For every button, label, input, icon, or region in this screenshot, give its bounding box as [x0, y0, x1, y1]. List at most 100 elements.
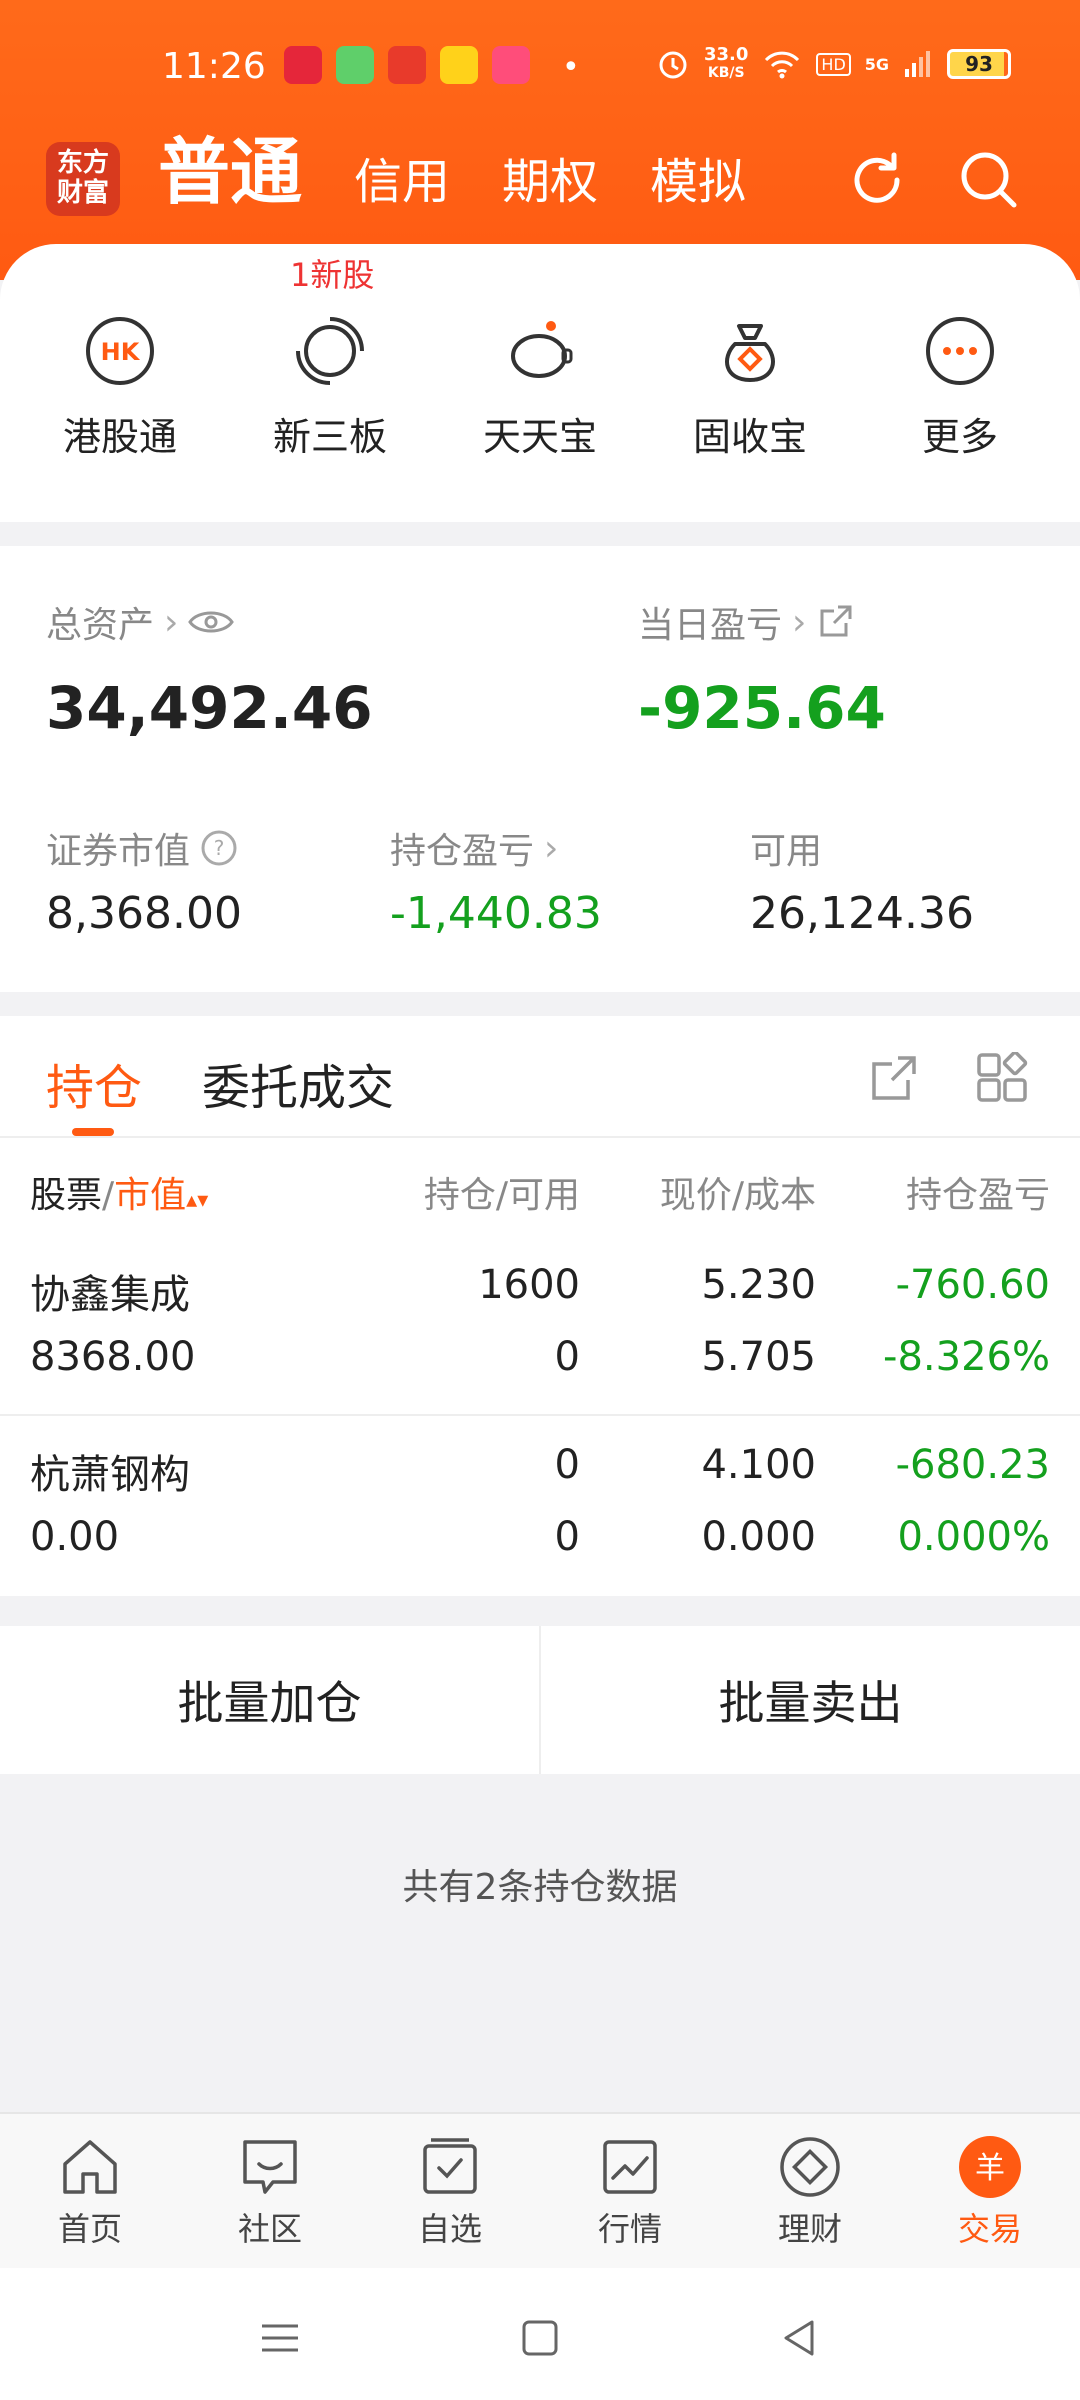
external-link-icon[interactable]: [816, 603, 854, 641]
notification-icons: [284, 46, 530, 84]
nav-trade[interactable]: 羊 交易: [900, 2134, 1080, 2250]
logo-line1: 东方: [56, 148, 109, 178]
column-stock-label: 股票: [30, 1175, 103, 1216]
nav-community[interactable]: 社区: [180, 2134, 360, 2250]
nav-market[interactable]: 行情: [540, 2134, 720, 2250]
row-pnl: -760.60: [895, 1262, 1050, 1308]
tab-simulated[interactable]: 模拟: [650, 152, 746, 212]
eye-icon[interactable]: [188, 608, 235, 636]
row-price: 5.230: [701, 1262, 816, 1308]
net-speed-value: 33.0: [704, 44, 749, 65]
positions-card: 持仓 委托成交 股票/市值▴▾ 持仓/可用 现价/成本 持仓盈亏 协鑫集成 83…: [0, 1016, 1080, 1596]
tab-holdings[interactable]: 持仓: [46, 1048, 142, 1118]
hd-badge: HD: [816, 52, 851, 76]
batch-add-button[interactable]: 批量加仓: [0, 1626, 539, 1774]
holding-pnl-label[interactable]: 持仓盈亏 ›: [390, 822, 558, 874]
sort-icon: ▴▾: [186, 1188, 209, 1213]
logo-line2: 财富: [56, 178, 109, 208]
row-market-value: 8368.00: [30, 1334, 196, 1380]
quick-item-label: 港股通: [62, 415, 177, 459]
notification-app-icon: [336, 46, 374, 84]
account-type-tabs: 普通 信用 期权 模拟: [158, 132, 798, 212]
tab-options[interactable]: 期权: [502, 152, 598, 212]
quick-item-label: 固收宝: [692, 415, 807, 459]
hk-icon: HK: [86, 317, 154, 385]
nav-label: 交易: [957, 2210, 1022, 2248]
status-bar: 11:26 • 33.0 KB/S HD 5G 93: [0, 40, 1080, 100]
notification-app-icon: [388, 46, 426, 84]
signal-icon: [905, 51, 931, 77]
holding-pnl-value: -1,440.83: [390, 888, 602, 939]
row-pnl-pct: -8.326%: [883, 1334, 1050, 1380]
nav-label: 自选: [417, 2210, 482, 2248]
battery-icon: 93: [947, 49, 1012, 79]
more-icon: [926, 317, 994, 385]
quick-item-hk-connect[interactable]: HK 港股通: [20, 316, 220, 461]
row-divider: [0, 1414, 1080, 1416]
row-cost: 5.705: [701, 1334, 816, 1380]
menu-icon[interactable]: [250, 2308, 310, 2368]
status-dot-icon: •: [562, 50, 580, 85]
notification-app-icon: [284, 46, 322, 84]
net-speed-unit: KB/S: [707, 65, 745, 81]
nav-watchlist[interactable]: 自选: [360, 2134, 540, 2250]
chevron-right-icon: ›: [792, 601, 807, 643]
app-logo: 东方 财富: [46, 142, 120, 216]
row-pnl: -680.23: [895, 1442, 1050, 1488]
wealth-icon: [780, 2137, 840, 2197]
quick-item-label: 更多: [921, 415, 998, 459]
batch-actions: 批量加仓 批量卖出: [0, 1626, 1080, 1774]
market-value-text: 证券市值: [46, 831, 191, 872]
search-icon[interactable]: [954, 145, 1024, 215]
quick-item-new-board[interactable]: 新三板: [230, 316, 430, 461]
nav-label: 理财: [777, 2210, 842, 2248]
help-icon[interactable]: ?: [200, 829, 238, 867]
quick-item-label: 天天宝: [482, 415, 597, 459]
status-indicators: 33.0 KB/S HD 5G 93: [656, 46, 1012, 82]
column-stock[interactable]: 股票/市值▴▾: [30, 1166, 208, 1218]
market-value-label: 证券市值 ?: [46, 822, 238, 874]
total-assets-value: 34,492.46: [46, 674, 373, 742]
batch-sell-button[interactable]: 批量卖出: [541, 1626, 1080, 1774]
trade-glyph: 羊: [975, 2151, 1005, 2186]
notification-app-icon: [440, 46, 478, 84]
home-square-icon[interactable]: [510, 2308, 570, 2368]
svg-text:?: ?: [214, 836, 225, 860]
row-available: 0: [554, 1514, 580, 1560]
total-assets-label[interactable]: 总资产 ›: [46, 596, 235, 648]
alarm-icon: [659, 51, 687, 79]
row-market-value: 0.00: [30, 1514, 120, 1560]
home-icon: [63, 2140, 117, 2194]
share-icon[interactable]: [868, 1052, 920, 1104]
column-market-value-label: 市值: [114, 1175, 187, 1216]
nav-label: 社区: [237, 2210, 302, 2248]
row-cost: 0.000: [701, 1514, 816, 1560]
back-icon[interactable]: [770, 2308, 830, 2368]
available-label: 可用: [750, 831, 823, 872]
app-header: 11:26 • 33.0 KB/S HD 5G 93 东方 财富 普通 信用 期…: [0, 0, 1080, 280]
quick-item-tiantianbao[interactable]: 天天宝: [440, 316, 640, 461]
money-bag-icon: [725, 324, 775, 382]
layout-grid-icon[interactable]: [976, 1052, 1028, 1104]
svg-text:HK: HK: [101, 338, 141, 366]
nav-wealth[interactable]: 理财: [720, 2134, 900, 2250]
column-pnl: 持仓盈亏: [905, 1175, 1050, 1216]
nav-home[interactable]: 首页: [0, 2134, 180, 2250]
new-stock-badge[interactable]: 1新股: [290, 250, 374, 296]
total-assets-text: 总资产: [46, 605, 155, 646]
quick-item-more[interactable]: 更多: [860, 316, 1060, 461]
quick-item-label: 新三板: [272, 415, 387, 459]
net-speed: 33.0 KB/S: [704, 46, 748, 82]
row-pnl-pct: 0.000%: [897, 1514, 1050, 1560]
trade-icon: 羊: [959, 2136, 1021, 2198]
daily-pnl-label[interactable]: 当日盈亏 ›: [638, 596, 854, 648]
market-value: 8,368.00: [46, 888, 242, 939]
quick-item-guoshoubao[interactable]: 固收宝: [650, 316, 850, 461]
refresh-icon[interactable]: [842, 145, 912, 215]
tab-credit[interactable]: 信用: [354, 152, 450, 212]
tab-normal[interactable]: 普通: [158, 132, 302, 212]
system-nav-bar: [0, 2268, 1080, 2400]
row-stock-name: 杭萧钢构: [30, 1452, 190, 1498]
watchlist-icon: [423, 2138, 477, 2194]
tab-orders[interactable]: 委托成交: [202, 1048, 394, 1118]
